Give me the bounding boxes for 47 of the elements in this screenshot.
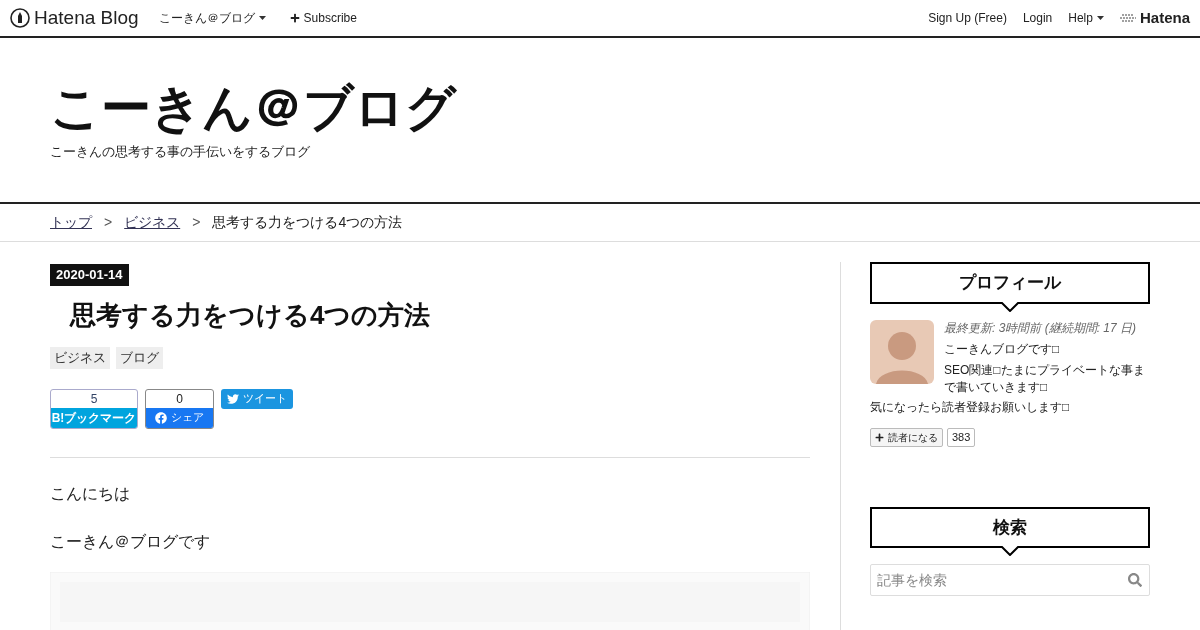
post-date[interactable]: 2020-01-14: [50, 264, 129, 286]
paragraph: こーきん＠ブログです: [50, 531, 211, 552]
post-title[interactable]: 思考する力をつける4つの方法: [50, 296, 810, 335]
breadcrumb-current: 思考する力をつける4つの方法: [212, 213, 403, 232]
logo-text[interactable]: Hatena Blog: [34, 3, 139, 33]
caret-icon: [1096, 16, 1104, 20]
subscriber-count: 383: [947, 427, 976, 447]
profile-bio: こーきんブログです□: [944, 340, 1061, 358]
hatena-logo-icon: [1119, 13, 1136, 23]
subscribe-button[interactable]: Subscribe: [289, 9, 357, 27]
blog-title[interactable]: こーきん＠ブログ: [50, 78, 1150, 138]
login-link[interactable]: Login: [1022, 9, 1053, 27]
profile-bio: 気になったら読者登録お願いします□: [870, 398, 1071, 416]
avatar-icon[interactable]: [870, 319, 934, 384]
plus-icon: [289, 13, 300, 23]
search-field[interactable]: 記事を検索: [870, 564, 1150, 596]
blog-menu[interactable]: こーきん＠ブログ: [158, 9, 266, 27]
pen-logo-icon: [10, 8, 30, 28]
breadcrumb-separator: >: [104, 213, 113, 232]
facebook-widget[interactable]: 0 シェア: [145, 388, 214, 429]
help-menu[interactable]: Help: [1068, 9, 1104, 27]
last-updated: 最終更新: 3時間前 (継続期間: 17 日): [944, 319, 1138, 337]
search-icon[interactable]: [1128, 573, 1142, 587]
category-tag[interactable]: ブログ: [116, 347, 163, 369]
widget-heading: 検索: [870, 506, 1150, 548]
widget-heading: プロフィール: [870, 262, 1150, 304]
facebook-count: 0: [175, 390, 184, 408]
caret-icon: [258, 16, 266, 20]
breadcrumb-separator: >: [192, 213, 201, 232]
hatena-logo-text[interactable]: Hatena: [1139, 6, 1190, 30]
breadcrumb-link[interactable]: トップ: [50, 212, 92, 233]
facebook-icon: [155, 411, 167, 424]
pointer-icon: [1000, 546, 1020, 556]
bookmark-widget[interactable]: 5 B!ブックマーク: [50, 388, 138, 429]
paragraph: こんにちは: [50, 483, 131, 504]
bookmark-count: 5: [89, 390, 99, 408]
signup-link[interactable]: Sign Up (Free): [928, 9, 1007, 27]
facebook-label: シェア: [171, 410, 204, 426]
bird-icon: [227, 392, 239, 405]
pointer-icon: [1000, 301, 1020, 312]
breadcrumb-link[interactable]: ビジネス: [124, 212, 181, 233]
profile-bio: SEO関連□たまにプライベートな事まで書いていきます□: [944, 361, 1146, 396]
category-tag[interactable]: ビジネス: [50, 347, 110, 369]
plus-icon: [875, 432, 884, 442]
bookmark-label: B!ブックマーク: [51, 407, 137, 428]
subscribe-reader-button[interactable]: 読者になる: [870, 427, 943, 447]
blog-description: こーきんの思考する事の手伝いをするブログ: [50, 143, 311, 161]
